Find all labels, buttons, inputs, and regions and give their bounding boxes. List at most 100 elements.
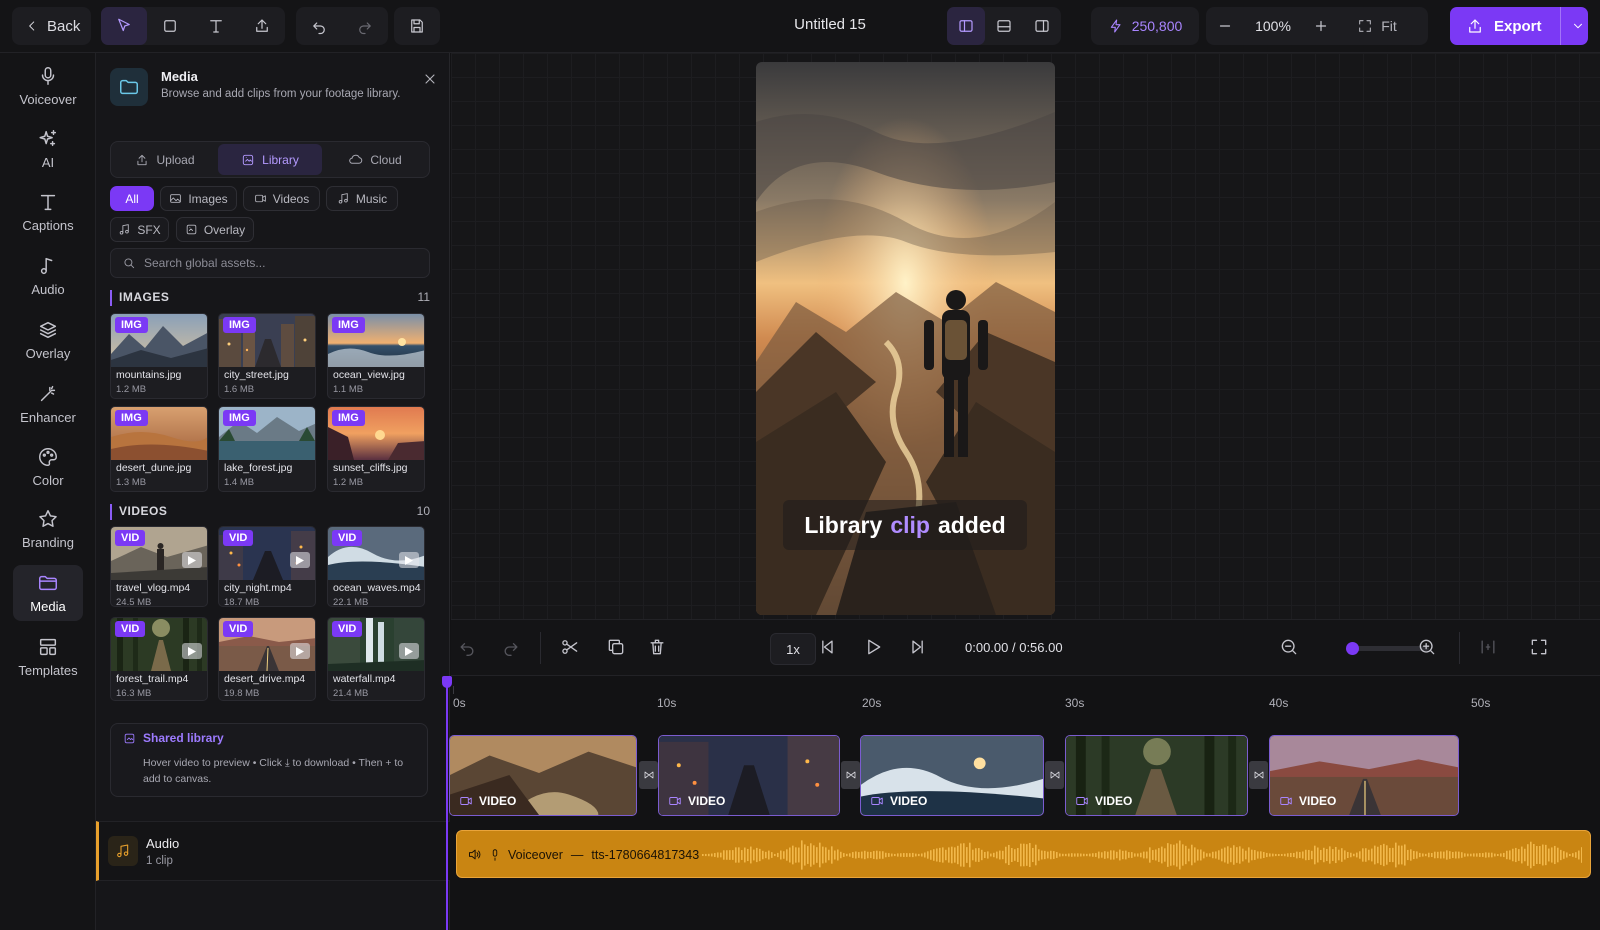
transition-marker[interactable] <box>639 761 658 789</box>
fit-button[interactable]: Fit <box>1340 7 1414 45</box>
play-button[interactable] <box>863 637 883 657</box>
back-button[interactable]: Back <box>12 7 91 45</box>
snap-button[interactable] <box>1478 637 1498 657</box>
rail-enhancer[interactable]: Enhancer <box>13 376 83 432</box>
media-tile[interactable]: IMG desert_dune.jpg 1.3 MB <box>110 406 208 492</box>
export-button[interactable]: Export <box>1450 7 1588 45</box>
upload-tool-button[interactable] <box>239 7 285 45</box>
zoom-in-button[interactable] <box>1302 7 1340 45</box>
caption-overlay[interactable]: Library clip added <box>783 500 1027 550</box>
tab-cloud[interactable]: Cloud <box>323 144 427 175</box>
playback-speed-button[interactable]: 1x <box>770 633 816 665</box>
media-tile[interactable]: IMG city_street.jpg 1.6 MB <box>218 313 316 399</box>
file-size: 19.8 MB <box>224 688 260 699</box>
tab-library[interactable]: Library <box>218 144 322 175</box>
timeline-redo-button[interactable] <box>501 637 521 657</box>
filter-all[interactable]: All <box>110 186 154 211</box>
rectangle-tool-button[interactable] <box>147 7 193 45</box>
media-tile[interactable]: IMG sunset_cliffs.jpg 1.2 MB <box>327 406 425 492</box>
timeline-zoom-out-button[interactable] <box>1279 637 1299 657</box>
video-clip[interactable]: VIDEO <box>449 735 637 816</box>
media-tile[interactable]: VID city_night.mp4 18.7 MB <box>218 526 316 607</box>
rail-media[interactable]: Media <box>13 565 83 621</box>
media-tile[interactable]: VID forest_trail.mp4 16.3 MB <box>110 617 208 701</box>
rail-voiceover[interactable]: Voiceover <box>13 58 83 114</box>
export-icon <box>1469 19 1481 33</box>
play-icon[interactable] <box>290 552 310 568</box>
media-tile[interactable]: IMG mountains.jpg 1.2 MB <box>110 313 208 399</box>
video-clip[interactable]: VIDEO <box>860 735 1044 816</box>
filter-music[interactable]: Music <box>326 186 398 211</box>
undo-button[interactable] <box>296 7 342 45</box>
tab-label: Cloud <box>370 152 402 167</box>
play-icon[interactable] <box>182 643 202 659</box>
skip-forward-button[interactable] <box>908 637 928 657</box>
skip-back-button[interactable] <box>817 637 837 657</box>
zoom-out-button[interactable] <box>1206 7 1244 45</box>
fullscreen-button[interactable] <box>1529 637 1549 657</box>
media-tile[interactable]: IMG lake_forest.jpg 1.4 MB <box>218 406 316 492</box>
media-tile[interactable]: VID desert_drive.mp4 19.8 MB <box>218 617 316 701</box>
search-input[interactable] <box>144 256 424 270</box>
project-title[interactable]: Untitled 15 <box>700 16 960 33</box>
save-button[interactable] <box>394 7 440 45</box>
rail-audio[interactable]: Audio <box>13 248 83 304</box>
duplicate-button[interactable] <box>606 637 626 657</box>
mic-icon <box>492 848 498 861</box>
rail-captions[interactable]: Captions <box>13 184 83 240</box>
export-dropdown[interactable] <box>1559 7 1585 45</box>
timeline[interactable]: 0s 10s 20s 30s 40s 50s VIDEO VIDEO VIDEO… <box>442 676 1600 930</box>
transition-marker[interactable] <box>841 761 860 789</box>
filter-images[interactable]: Images <box>160 186 237 211</box>
slider-knob[interactable] <box>1346 642 1359 655</box>
rail-templates[interactable]: Templates <box>13 629 83 685</box>
fullscreen-icon <box>1531 639 1547 655</box>
media-tile[interactable]: VID travel_vlog.mp4 24.5 MB <box>110 526 208 607</box>
play-icon[interactable] <box>290 643 310 659</box>
rail-label: Enhancer <box>20 410 76 425</box>
filter-sfx[interactable]: SFX <box>110 217 169 242</box>
timeline-undo-button[interactable] <box>457 637 477 657</box>
media-tile[interactable]: IMG ocean_view.jpg 1.1 MB <box>327 313 425 399</box>
media-tile[interactable]: VID waterfall.mp4 21.4 MB <box>327 617 425 701</box>
play-icon[interactable] <box>399 552 419 568</box>
transition-marker[interactable] <box>1249 761 1268 789</box>
rail-ai[interactable]: AI <box>13 121 83 177</box>
close-panel-button[interactable] <box>422 71 438 87</box>
split-button[interactable] <box>560 637 580 657</box>
layout-right-button[interactable] <box>1023 7 1061 45</box>
rail-overlay[interactable]: Overlay <box>13 312 83 368</box>
select-tool-button[interactable] <box>101 7 147 45</box>
rail-color[interactable]: Color <box>13 439 83 495</box>
audio-file-name: tts-1780664817343 <box>591 847 700 862</box>
asset-search[interactable] <box>110 248 430 278</box>
redo-button[interactable] <box>342 7 388 45</box>
credits-badge[interactable]: 250,800 <box>1091 7 1199 45</box>
export-label: Export <box>1494 17 1542 35</box>
filter-videos[interactable]: Videos <box>243 186 320 211</box>
play-icon[interactable] <box>399 643 419 659</box>
play-icon[interactable] <box>182 552 202 568</box>
playhead-handle[interactable] <box>442 676 452 688</box>
audio-track-header[interactable]: Audio 1 clip <box>96 821 450 881</box>
audio-clip[interactable]: Voiceover — tts-1780664817343 <box>456 830 1591 878</box>
video-clip[interactable]: VIDEO <box>1065 735 1248 816</box>
playhead[interactable] <box>442 676 452 930</box>
undo-icon <box>460 643 474 656</box>
text-tool-button[interactable] <box>193 7 239 45</box>
upload-icon <box>256 19 268 32</box>
tab-upload[interactable]: Upload <box>113 144 217 175</box>
delete-button[interactable] <box>647 637 667 657</box>
filter-overlay[interactable]: Overlay <box>176 217 254 242</box>
media-tile[interactable]: VID ocean_waves.mp4 22.1 MB <box>327 526 425 607</box>
timeline-zoom-in-button[interactable] <box>1417 637 1437 657</box>
transition-marker[interactable] <box>1045 761 1064 789</box>
layout-bottom-button[interactable] <box>985 7 1023 45</box>
file-name: desert_dune.jpg <box>116 462 192 474</box>
layout-left-button[interactable] <box>947 7 985 45</box>
video-clip[interactable]: VIDEO <box>1269 735 1459 816</box>
video-clip[interactable]: VIDEO <box>658 735 840 816</box>
rail-branding[interactable]: Branding <box>13 501 83 557</box>
video-preview[interactable]: Library clip added <box>756 62 1055 615</box>
canvas-area[interactable]: Library clip added <box>451 53 1600 619</box>
